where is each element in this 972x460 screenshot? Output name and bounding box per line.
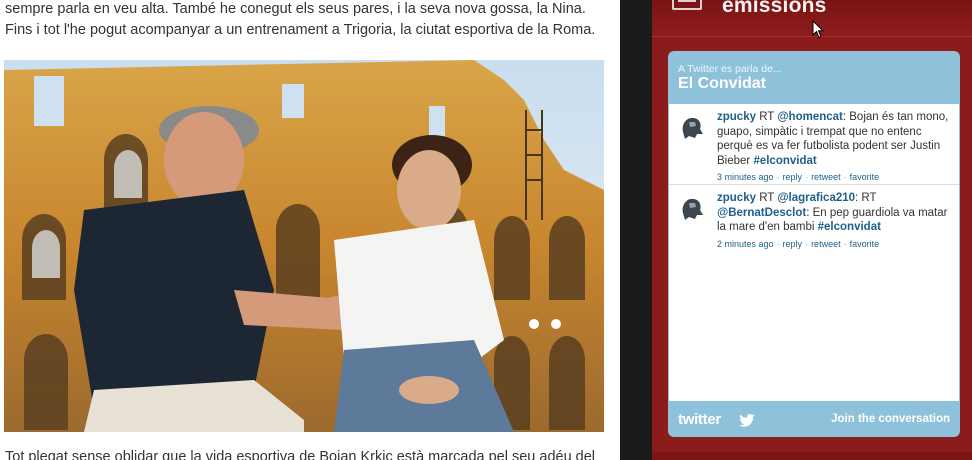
widget-footer: twitter Join the conversation <box>668 401 960 437</box>
article-column: sempre parla en veu alta. També he coneg… <box>0 0 620 460</box>
sidebar-bottom-bar <box>652 452 972 460</box>
article-paragraph: sempre parla en veu alta. També he coneg… <box>5 1 596 38</box>
tweet-text: zpucky RT @lagrafica210: RT @BernatDescl… <box>717 191 953 251</box>
tweet-list: zpucky RT @homencat: Bojan és tan mono, … <box>669 104 959 401</box>
sidebar: emissions A Twitter es parla de... El Co… <box>652 0 972 460</box>
avatar[interactable] <box>677 193 707 223</box>
avatar[interactable] <box>677 112 707 142</box>
tweet-meta: 3 minutes ago · reply · retweet · favorite <box>717 172 880 182</box>
favorite-link[interactable]: favorite <box>850 239 880 249</box>
tweet: zpucky RT @homencat: Bojan és tan mono, … <box>669 104 959 185</box>
page-gutter <box>620 0 652 460</box>
article-photo <box>4 60 604 432</box>
tweet-mention[interactable]: @homencat <box>777 111 843 123</box>
tweet-username[interactable]: zpucky <box>717 192 756 204</box>
reply-link[interactable]: reply <box>783 239 803 249</box>
join-conversation-link[interactable]: Join the conversation <box>831 413 950 425</box>
sidebar-header: emissions <box>652 0 972 39</box>
tweet-mention[interactable]: @BernatDesclot <box>717 207 806 219</box>
tweet-hashtag[interactable]: #elconvidat <box>753 155 816 167</box>
tweet-rt: RT <box>759 192 775 204</box>
tweet-rt: RT <box>759 111 775 123</box>
tweet-mention[interactable]: @lagrafica210 <box>777 192 855 204</box>
twitter-widget: A Twitter es parla de... El Convidat zpu… <box>668 51 960 437</box>
retweet-link[interactable]: retweet <box>811 239 841 249</box>
tweet-content: : RT <box>855 192 877 204</box>
tweet-hashtag[interactable]: #elconvidat <box>818 221 881 233</box>
mouse-cursor-icon <box>812 20 824 39</box>
retweet-link[interactable]: retweet <box>811 172 841 182</box>
sidebar-title[interactable]: emissions <box>722 0 827 18</box>
tweet-meta: 2 minutes ago · reply · retweet · favorite <box>717 238 880 249</box>
widget-title: El Convidat <box>678 75 767 92</box>
tweet-time[interactable]: 3 minutes ago <box>717 172 774 182</box>
widget-subtitle: A Twitter es parla de... <box>678 63 782 75</box>
tweet-time[interactable]: 2 minutes ago <box>717 239 774 249</box>
twitter-bird-icon <box>739 414 755 427</box>
twitter-logo[interactable]: twitter <box>678 411 721 428</box>
tweet-text: zpucky RT @homencat: Bojan és tan mono, … <box>717 110 953 185</box>
tweet-username[interactable]: zpucky <box>717 111 756 123</box>
tv-icon <box>672 0 702 10</box>
tweet: zpucky RT @lagrafica210: RT @BernatDescl… <box>669 185 959 255</box>
reply-link[interactable]: reply <box>783 172 803 182</box>
favorite-link[interactable]: favorite <box>850 172 880 182</box>
article-paragraph: Tot plegat sense oblidar que la vida esp… <box>5 449 596 460</box>
